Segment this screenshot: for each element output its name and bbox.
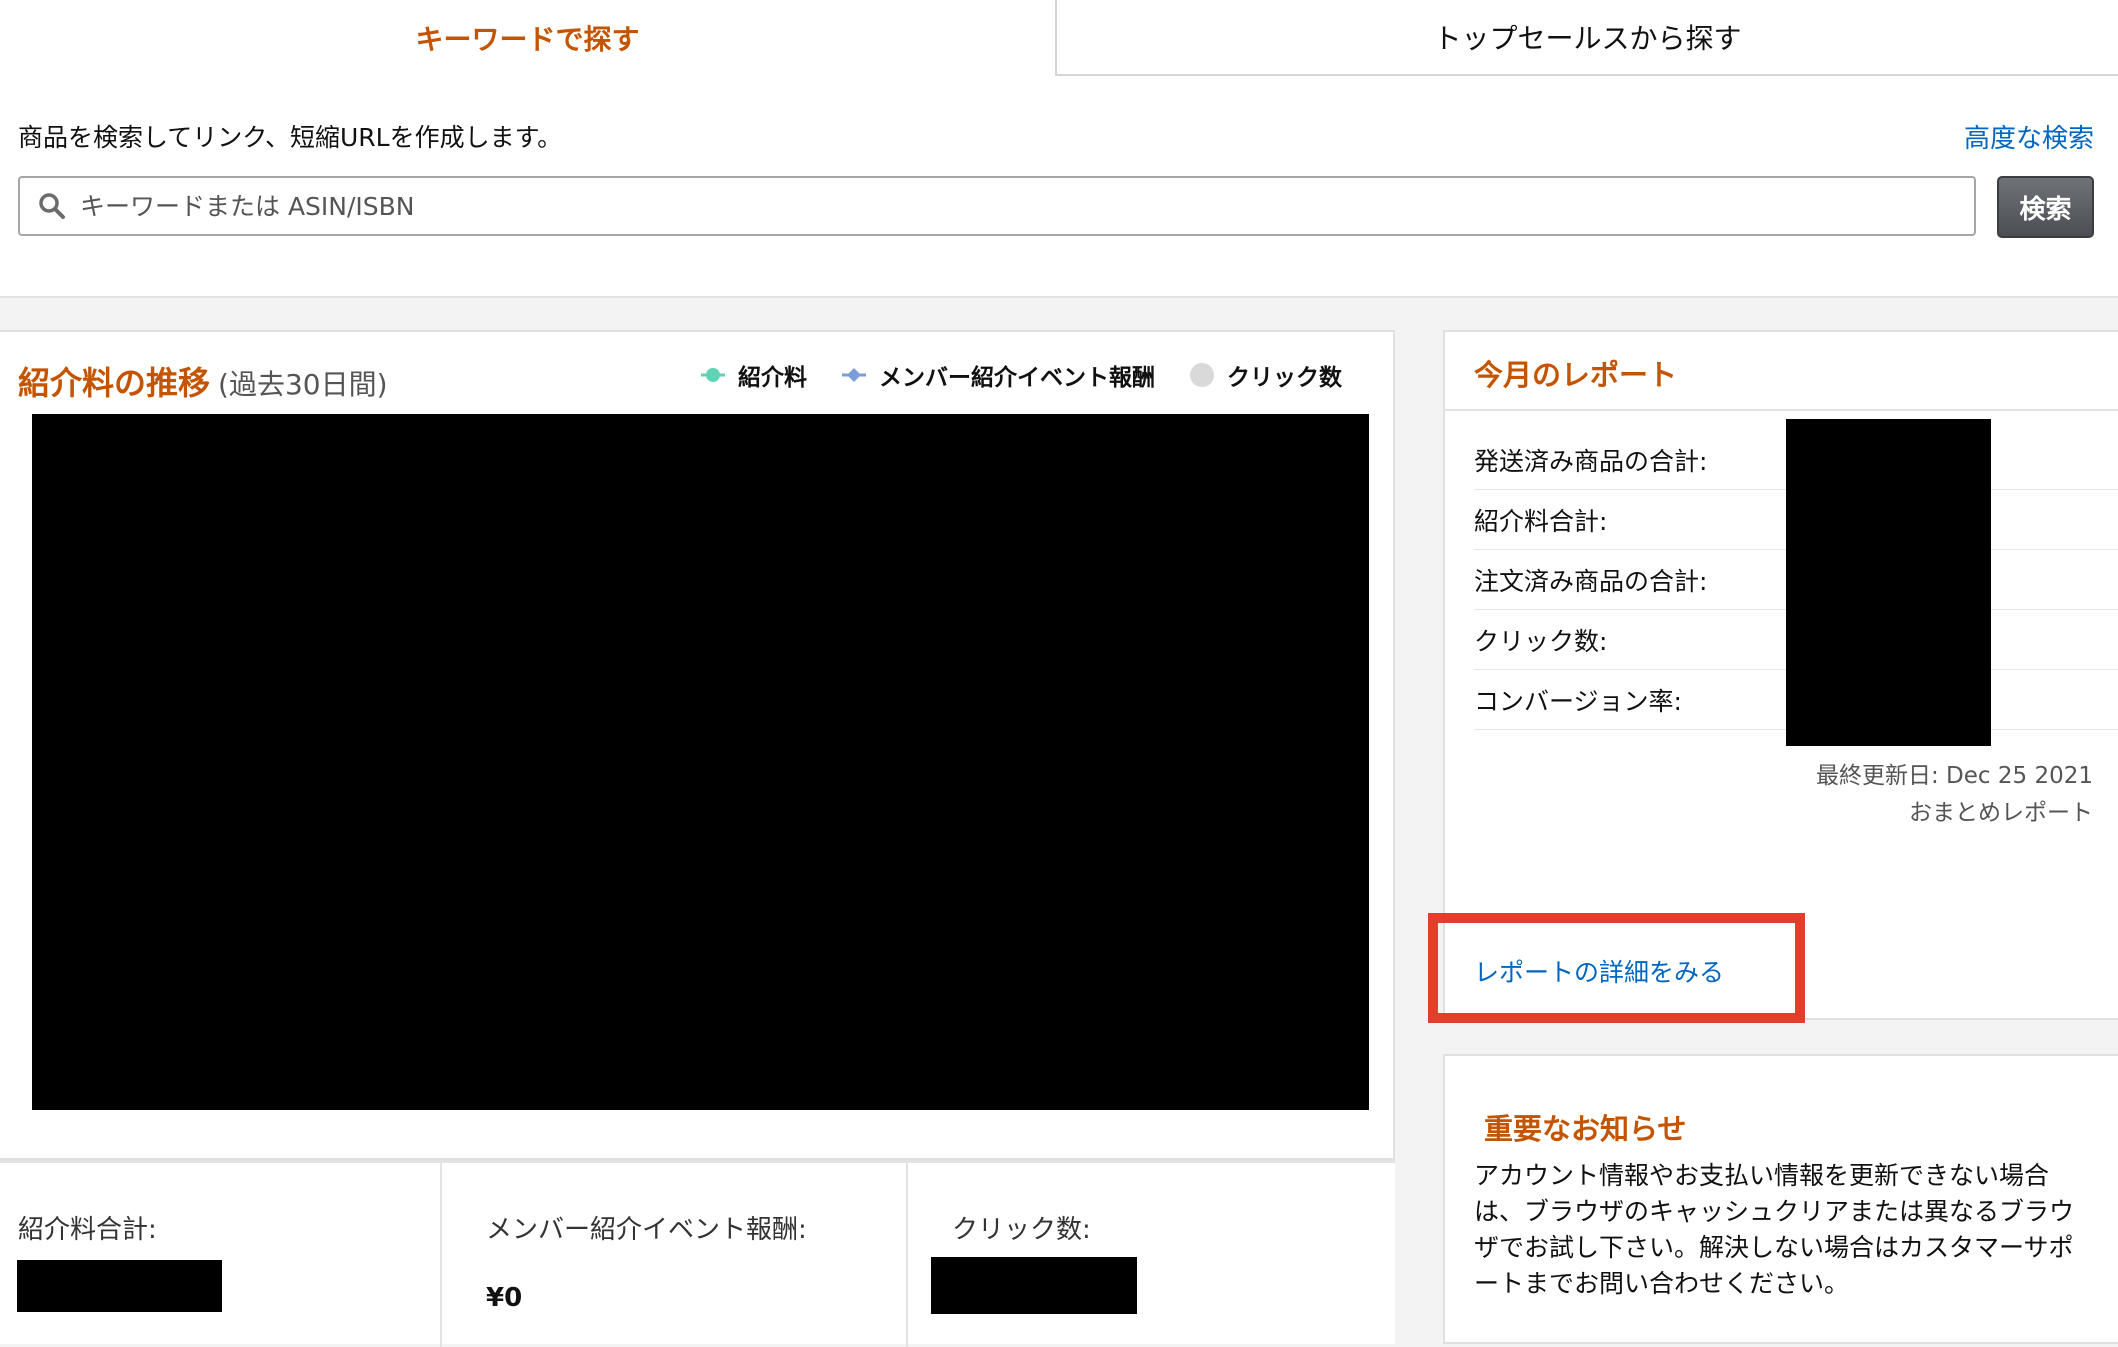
legend-marker-clicks-icon — [1190, 363, 1214, 387]
legend-item-member-event[interactable]: メンバー紹介イベント報酬 — [841, 358, 1155, 392]
search-description: 商品を検索してリンク、短縮URLを作成します。 — [18, 123, 563, 152]
advanced-search-link[interactable]: 高度な検索 — [1964, 118, 2094, 155]
report-divider — [1443, 409, 2118, 411]
legend-label-member-event: メンバー紹介イベント報酬 — [879, 365, 1155, 391]
total-clicks: クリック数: — [906, 1163, 1395, 1347]
legend-label-clicks: クリック数 — [1227, 365, 1342, 391]
summary-report-label: おまとめレポート — [1909, 800, 2093, 826]
legend-marker-member-event-icon — [842, 368, 866, 382]
total-fees: 紹介料合計: — [0, 1163, 440, 1347]
total-fees-value-redacted — [17, 1260, 222, 1312]
report-row-label: 発送済み商品の合計: — [1474, 446, 1708, 476]
total-member-event-label: メンバー紹介イベント報酬: — [486, 1215, 807, 1245]
legend-label-fees: 紹介料 — [738, 365, 807, 391]
legend-marker-fees-icon — [701, 368, 725, 382]
total-clicks-value-redacted — [931, 1257, 1137, 1314]
total-member-event-value: ¥0 — [486, 1283, 523, 1313]
search-input[interactable] — [78, 179, 1974, 233]
chart-title-text: 紹介料の推移 — [18, 364, 211, 402]
report-row-label: 注文済み商品の合計: — [1474, 566, 1708, 596]
report-title: 今月のレポート — [1474, 358, 1678, 392]
total-fees-label: 紹介料合計: — [18, 1215, 157, 1245]
report-row-label: 紹介料合計: — [1474, 506, 1608, 536]
report-row-label: コンバージョン率: — [1474, 686, 1682, 716]
notice-title: 重要なお知らせ — [1484, 1112, 1687, 1146]
last-updated: 最終更新日: Dec 25 2021 — [1816, 763, 2093, 789]
legend-item-fees[interactable]: 紹介料 — [700, 358, 807, 392]
chart-legend: 紹介料 メンバー紹介イベント報酬 クリック数 — [700, 358, 1342, 392]
search-button[interactable]: 検索 — [1997, 176, 2094, 238]
tab-top-sales[interactable]: トップセールスから探す — [1055, 0, 2118, 76]
report-detail-link[interactable]: レポートの詳細をみる — [1474, 953, 1724, 989]
totals-row: 紹介料合計: メンバー紹介イベント報酬: ¥0 クリック数: — [0, 1160, 1395, 1347]
report-row-label: クリック数: — [1474, 626, 1608, 656]
legend-item-clicks[interactable]: クリック数 — [1189, 358, 1342, 392]
search-box[interactable] — [18, 176, 1976, 236]
tab-keyword-search[interactable]: キーワードで探す — [0, 0, 1055, 76]
notice-body: アカウント情報やお支払い情報を更新できない場合は、ブラウザのキャッシュクリアまた… — [1474, 1161, 2075, 1298]
total-member-event: メンバー紹介イベント報酬: ¥0 — [440, 1163, 906, 1347]
total-clicks-label: クリック数: — [952, 1215, 1091, 1245]
report-values-redacted — [1786, 419, 1991, 746]
chart-subtitle: (過去30日間) — [218, 368, 388, 401]
search-icon — [39, 193, 65, 219]
chart-title: 紹介料の推移 (過去30日間) — [18, 358, 388, 404]
chart-area-redacted — [32, 414, 1369, 1110]
